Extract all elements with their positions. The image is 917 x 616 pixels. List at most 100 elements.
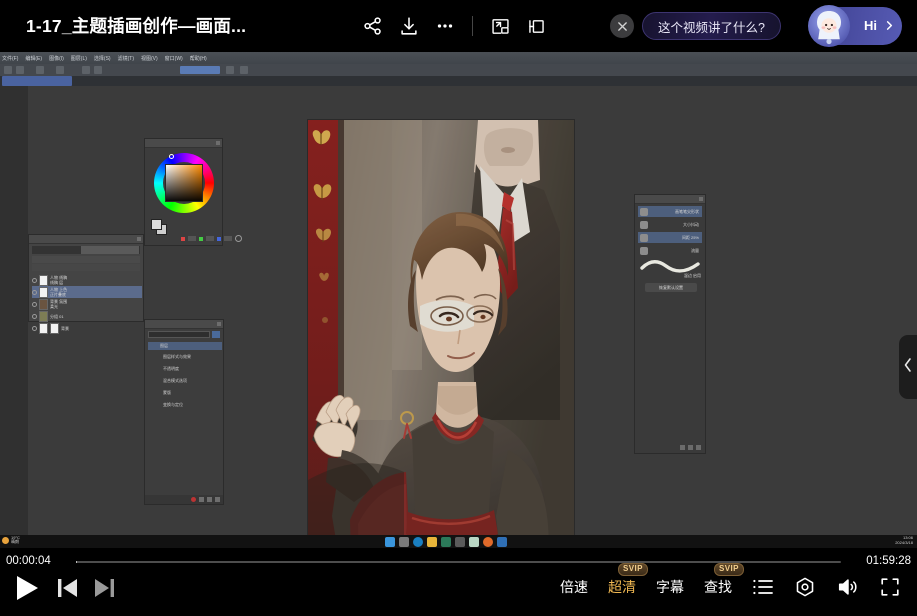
new-brush-icon[interactable] — [680, 444, 685, 450]
settings-button[interactable] — [794, 576, 816, 598]
visibility-icon[interactable] — [32, 277, 37, 283]
properties-panel[interactable]: 图层 图层样式与效果 不透明度 混合模式选项 蒙版 变换与定位 — [144, 319, 224, 505]
delete-icon[interactable] — [215, 497, 220, 502]
menu-item[interactable]: 编辑(E) — [25, 55, 42, 62]
table-row[interactable]: 背景 氛围 柔光 — [32, 298, 142, 310]
search-input[interactable] — [148, 331, 210, 338]
list-item[interactable]: 流量 — [638, 245, 702, 256]
delete-brush-icon[interactable] — [696, 444, 701, 450]
menu-item[interactable]: 帮助(H) — [190, 55, 207, 62]
green-field[interactable] — [206, 236, 214, 241]
list-item[interactable]: 画笔笔尖形状 — [638, 206, 702, 217]
brush-row-value: 流量 — [691, 247, 699, 253]
playback-buttons — [14, 574, 116, 602]
progress-bar-row: 00:00:04 01:59:28 — [0, 555, 917, 569]
taskbar-icons — [385, 536, 507, 547]
svip-badge: SVIP — [618, 563, 648, 576]
fullscreen-button[interactable] — [879, 576, 901, 598]
table-row[interactable]: 人物 线稿 线稿 层 — [32, 274, 142, 286]
weather-icon — [2, 536, 9, 544]
subtitle-button[interactable]: 字幕 — [656, 577, 684, 597]
color-wheel-panel[interactable] — [144, 138, 242, 246]
search-button[interactable]: SVIP 查找 — [704, 563, 744, 597]
properties-panel-title — [145, 320, 223, 329]
visibility-icon[interactable] — [32, 325, 37, 331]
blue-field[interactable] — [224, 236, 232, 241]
red-field[interactable] — [188, 236, 196, 241]
visibility-icon[interactable] — [32, 313, 37, 319]
video-surface[interactable]: 文件(F) 编辑(E) 图像(I) 图层(L) 选择(S) 滤镜(T) 视图(V… — [0, 52, 917, 548]
list-item[interactable]: 图层样式与效果 — [163, 354, 191, 360]
table-row[interactable]: 分组 01 — [32, 310, 142, 322]
app-icon[interactable] — [441, 536, 451, 547]
list-item[interactable]: 不透明度 — [163, 366, 179, 372]
windows-start-icon[interactable] — [385, 536, 395, 547]
download-icon[interactable] — [391, 10, 427, 42]
list-item[interactable]: 图层 — [148, 342, 222, 350]
foreground-background-swatch[interactable] — [151, 219, 167, 235]
user-profile-button[interactable]: Hi — [808, 5, 902, 47]
file-explorer-icon[interactable] — [427, 536, 437, 547]
toolbar-divider — [472, 16, 473, 36]
table-row[interactable]: 背景 — [32, 322, 142, 334]
play-button[interactable] — [14, 574, 40, 602]
visibility-icon[interactable] — [32, 301, 37, 307]
app-icon[interactable] — [455, 536, 465, 547]
list-item[interactable]: 蒙版 — [163, 390, 171, 396]
sidebar-toggle-button[interactable] — [899, 335, 917, 399]
menu-item[interactable]: 视图(V) — [141, 55, 158, 62]
picture-in-picture-icon[interactable] — [482, 10, 518, 42]
speed-button[interactable]: 倍速 — [560, 577, 588, 597]
next-button[interactable] — [94, 576, 116, 600]
artwork-canvas[interactable] — [308, 120, 574, 548]
edge-icon[interactable] — [413, 536, 423, 547]
weather-desc: 晴朗 — [11, 539, 19, 544]
user-greeting: Hi — [864, 18, 877, 33]
ai-summary-button[interactable]: 这个视频讲了什么? — [642, 12, 781, 40]
weather-widget[interactable]: 19°C 晴朗 — [2, 536, 20, 544]
chevron-right-icon — [884, 19, 895, 37]
clock-date: 2024/3/18 — [895, 539, 913, 545]
saturation-value-square[interactable] — [165, 164, 203, 202]
menu-item[interactable]: 选择(S) — [94, 55, 111, 62]
previous-button[interactable] — [56, 576, 78, 600]
visibility-icon[interactable] — [32, 289, 37, 295]
photoshop-icon[interactable] — [497, 536, 507, 547]
top-icon-group — [355, 10, 554, 42]
firefox-icon[interactable] — [483, 536, 493, 547]
menu-item[interactable]: 图像(I) — [49, 55, 64, 62]
menu-item[interactable]: 滤镜(T) — [118, 55, 134, 62]
list-item[interactable]: 混合模式选项 — [163, 378, 187, 384]
ai-prompt-close-button[interactable] — [610, 14, 634, 38]
volume-button[interactable] — [836, 576, 859, 598]
reset-brush-button[interactable]: 恢复默认设置 — [645, 283, 697, 292]
blue-channel-icon — [217, 236, 221, 241]
table-row[interactable]: 人物 上色 正片叠底 — [32, 286, 142, 298]
layers-panel[interactable]: 人物 线稿 线稿 层 人物 上色 正片叠底 背景 氛围 柔光 分组 01 背景 — [28, 234, 144, 334]
menu-item[interactable]: 文件(F) — [2, 55, 18, 62]
menu-item[interactable]: 图层(L) — [71, 55, 87, 62]
list-item[interactable]: 变换与定位 — [163, 402, 183, 408]
record-icon[interactable] — [191, 497, 196, 502]
duplicate-icon[interactable] — [207, 497, 212, 502]
document-tab[interactable] — [2, 76, 72, 86]
task-view-icon[interactable] — [399, 536, 409, 547]
share-icon[interactable] — [355, 10, 391, 42]
theater-mode-icon[interactable] — [518, 10, 554, 42]
app-icon[interactable] — [469, 536, 479, 547]
brush-settings-panel[interactable]: 画笔笔尖形状 大小抖动 间距 25% 流量 湿边 启用 恢复默认设置 — [634, 194, 706, 454]
video-player-page: 1-17_主题插画创作—画面... 这个视频讲了什么? Hi 文件(F) 编辑(… — [0, 0, 917, 616]
menu-item[interactable]: 窗口(W) — [165, 55, 183, 62]
color-options-icon[interactable] — [235, 235, 242, 242]
playlist-button[interactable] — [752, 577, 774, 597]
taskbar-clock[interactable]: 13:06 2024/3/18 — [895, 535, 913, 545]
play-icon[interactable] — [199, 497, 204, 502]
brush-preset-icon[interactable] — [688, 444, 693, 450]
filter-icon[interactable] — [212, 331, 220, 338]
more-icon[interactable] — [427, 10, 463, 42]
brush-panel-title — [635, 195, 705, 204]
quality-button[interactable]: SVIP 超清 — [608, 563, 648, 597]
os-taskbar: 19°C 晴朗 13:06 2024/3/18 — [0, 535, 917, 548]
list-item[interactable]: 间距 25% — [638, 232, 702, 243]
list-item[interactable]: 大小抖动 — [638, 219, 702, 230]
